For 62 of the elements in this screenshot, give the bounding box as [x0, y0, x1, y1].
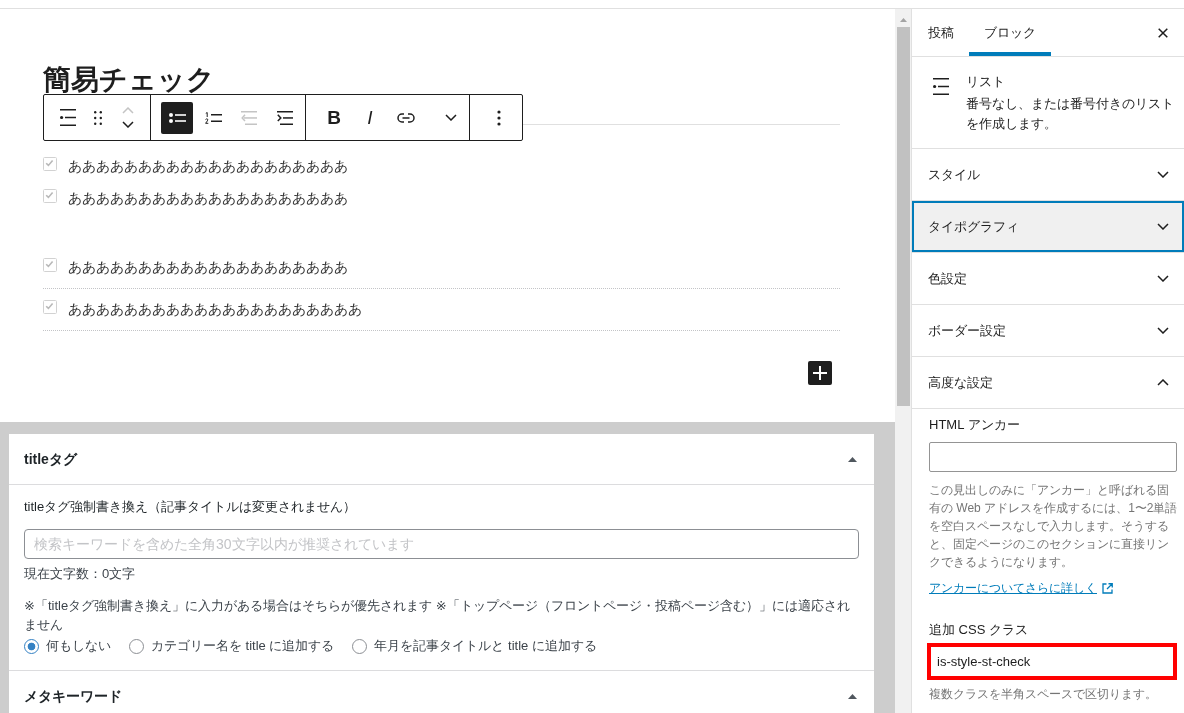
drag-handle-icon[interactable]	[94, 110, 102, 125]
italic-button[interactable]: I	[354, 101, 386, 134]
option-label[interactable]: カテゴリー名を title に追加する	[151, 636, 335, 656]
note-text: ※「titleタグ強制書き換え」に入力がある場合はそちらが優先されます ※「トップページ（フロントページ・投稿ページ含む）」には適応されません	[24, 597, 851, 634]
add-block-button[interactable]	[808, 361, 832, 385]
chevron-down-icon[interactable]	[1157, 171, 1169, 178]
panel-title: メタキーワード	[24, 687, 122, 706]
chevron-down-icon[interactable]	[122, 121, 134, 128]
chevron-down-icon[interactable]	[1157, 223, 1169, 230]
character-count: 現在文字数：0文字	[24, 565, 137, 583]
field-label: 追加 CSS クラス	[929, 621, 1029, 639]
scrollbar-thumb[interactable]	[896, 27, 910, 406]
help-text: この見出しのみに「アンカー」と呼ばれる固有の Web アドレスを作成するには、1〜2単語を空白スペースなしで入力します。そうすると、固定ページのこのセクションに直接リンクできるようになります。	[929, 482, 1179, 571]
radio-button[interactable]	[129, 638, 144, 654]
post-heading: 簡易チェック	[43, 63, 215, 97]
external-link-icon[interactable]	[1102, 582, 1113, 594]
field-label: HTML アンカー	[929, 416, 1021, 434]
list-block-icon	[933, 78, 949, 95]
caret-up-icon[interactable]	[848, 693, 857, 699]
list-block-icon[interactable]	[60, 109, 76, 126]
help-text: 複数クラスを半角スペースで区切ります。	[929, 686, 1158, 703]
bulleted-list-icon[interactable]	[168, 112, 186, 123]
numbered-list-icon[interactable]	[204, 111, 222, 124]
chevron-down-icon[interactable]	[445, 114, 457, 121]
sidebar-tab[interactable]: 投稿	[913, 9, 969, 56]
indent-icon[interactable]	[277, 110, 293, 125]
block-title: リスト	[966, 73, 1006, 91]
caret-up-icon[interactable]	[848, 456, 857, 462]
plus-icon[interactable]	[813, 366, 827, 380]
close-icon[interactable]	[1158, 27, 1168, 38]
bulleted-list-button[interactable]	[161, 101, 193, 134]
panel-toggle[interactable]: 高度な設定	[912, 357, 1184, 409]
option-label[interactable]: 何もしない	[46, 636, 111, 656]
list-item-text: ああああああああああああああああああああ	[68, 157, 348, 175]
radio-button[interactable]	[352, 638, 368, 654]
bold-button[interactable]: B	[318, 101, 350, 134]
vertical-ellipsis-icon[interactable]	[497, 109, 501, 126]
list-item-text: ああああああああああああああああああああ	[68, 258, 348, 276]
list-item-text: あああああああああああああああああああああ	[68, 300, 362, 318]
scrollbar[interactable]	[895, 9, 911, 713]
checkmark-icon	[43, 258, 57, 272]
checkmark-icon	[43, 189, 57, 203]
chevron-down-icon[interactable]	[1157, 275, 1169, 282]
panel-toggle[interactable]: 色設定	[912, 253, 1184, 305]
option-label[interactable]: 年月を記事タイトルと title に追加する	[374, 636, 597, 656]
title-input[interactable]: 検索キーワードを含めた全角30文字以内が推奨されています	[24, 529, 859, 559]
list-item-text: ああああああああああああああああああああ	[68, 189, 348, 207]
chevron-down-icon[interactable]	[1157, 327, 1169, 334]
field-label: titleタグ強制書き換え（記事タイトルは変更されません）	[24, 498, 358, 516]
learn-more-link[interactable]: アンカーについてさらに詳しく	[929, 579, 1113, 597]
checkmark-icon	[43, 157, 57, 171]
sidebar-tab[interactable]: ブロック	[969, 9, 1051, 56]
block-description: 番号なし、または番号付きのリストを作成します。	[966, 95, 1175, 133]
checkmark-icon	[43, 300, 57, 314]
panel-toggle[interactable]: ボーダー設定	[912, 305, 1184, 357]
panel-title: titleタグ	[24, 450, 77, 469]
panel-toggle[interactable]: タイポグラフィ	[912, 201, 1184, 253]
anchor-input[interactable]	[929, 442, 1177, 472]
link-icon[interactable]	[397, 112, 415, 123]
radio-button[interactable]	[24, 638, 39, 654]
css-class-input[interactable]: is-style-st-check	[927, 643, 1177, 680]
chevron-up-icon[interactable]	[1157, 379, 1169, 386]
